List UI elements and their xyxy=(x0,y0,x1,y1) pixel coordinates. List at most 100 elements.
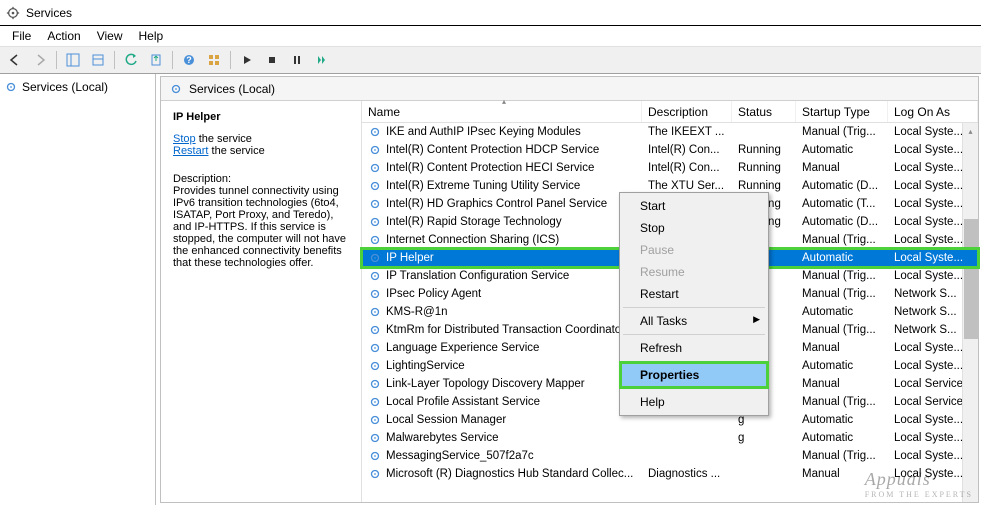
start-service-button[interactable] xyxy=(236,49,258,71)
grid-button[interactable] xyxy=(203,49,225,71)
cell-name: Internet Connection Sharing (ICS) xyxy=(362,233,642,247)
properties-toolbar-button[interactable] xyxy=(87,49,109,71)
submenu-arrow-icon: ▶ xyxy=(753,314,760,325)
menu-file[interactable]: File xyxy=(4,27,39,45)
cell-description: Intel(R) Con... xyxy=(642,162,732,174)
stop-service-button[interactable] xyxy=(261,49,283,71)
column-headers: ▴ Name Description Status Startup Type L… xyxy=(362,101,978,123)
col-startup[interactable]: Startup Type xyxy=(796,101,888,122)
ctx-start[interactable]: Start xyxy=(622,195,766,217)
menu-action[interactable]: Action xyxy=(39,27,88,45)
cell-logon: Local Syste... xyxy=(888,252,978,264)
cell-description: Diagnostics ... xyxy=(642,468,732,480)
sort-indicator-icon: ▴ xyxy=(502,97,506,106)
menubar: File Action View Help xyxy=(0,26,981,46)
ctx-separator xyxy=(623,361,765,362)
cell-name: MessagingService_507f2a7c xyxy=(362,449,642,463)
cell-status: Running xyxy=(732,162,796,174)
cell-name: IPsec Policy Agent xyxy=(362,287,642,301)
menu-view[interactable]: View xyxy=(89,27,131,45)
vertical-scrollbar[interactable]: ▴ xyxy=(962,123,978,502)
stop-link[interactable]: Stop xyxy=(173,133,196,145)
cell-name: Local Session Manager xyxy=(362,413,642,427)
cell-startup: Automatic xyxy=(796,306,888,318)
cell-startup: Manual xyxy=(796,162,888,174)
description-label: Description: xyxy=(173,173,349,185)
cell-description: The XTU Ser... xyxy=(642,180,732,192)
cell-name: Malwarebytes Service xyxy=(362,431,642,445)
detail-action-restart-line: Restart the service xyxy=(173,145,349,157)
gear-icon xyxy=(169,82,183,96)
service-row[interactable]: Intel(R) Content Protection HDCP Service… xyxy=(362,141,978,159)
ctx-stop[interactable]: Stop xyxy=(622,217,766,239)
cell-status: Running xyxy=(732,180,796,192)
cell-name: IP Helper xyxy=(362,251,642,265)
cell-name: KtmRm for Distributed Transaction Coordi… xyxy=(362,323,642,337)
cell-startup: Automatic (D... xyxy=(796,180,888,192)
pane-header-label: Services (Local) xyxy=(189,82,275,96)
service-row[interactable]: Intel(R) Content Protection HECI Service… xyxy=(362,159,978,177)
cell-startup: Manual (Trig... xyxy=(796,450,888,462)
ctx-resume: Resume xyxy=(622,261,766,283)
tree-item-services-local[interactable]: Services (Local) xyxy=(0,78,155,96)
scroll-up-icon[interactable]: ▴ xyxy=(963,123,978,139)
service-row[interactable]: IKE and AuthIP IPsec Keying ModulesThe I… xyxy=(362,123,978,141)
cell-startup: Manual (Trig... xyxy=(796,288,888,300)
toolbar-separator xyxy=(114,51,115,69)
ctx-separator xyxy=(623,307,765,308)
pane-content: IP Helper Stop the service Restart the s… xyxy=(161,101,978,502)
cell-startup: Manual (Trig... xyxy=(796,396,888,408)
cell-name: Intel(R) Content Protection HECI Service xyxy=(362,161,642,175)
cell-name: Link-Layer Topology Discovery Mapper xyxy=(362,377,642,391)
restart-link[interactable]: Restart xyxy=(173,145,208,157)
export-list-button[interactable] xyxy=(145,49,167,71)
ctx-refresh[interactable]: Refresh xyxy=(622,337,766,359)
selected-service-name: IP Helper xyxy=(173,111,349,123)
refresh-toolbar-button[interactable] xyxy=(120,49,142,71)
ctx-restart[interactable]: Restart xyxy=(622,283,766,305)
restart-service-button[interactable] xyxy=(311,49,333,71)
gear-icon xyxy=(4,80,18,94)
cell-name: KMS-R@1n xyxy=(362,305,642,319)
col-description[interactable]: Description xyxy=(642,101,732,122)
ctx-properties[interactable]: Properties xyxy=(622,364,766,386)
cell-description: Intel(R) Con... xyxy=(642,144,732,156)
ctx-pause: Pause xyxy=(622,239,766,261)
menu-help[interactable]: Help xyxy=(131,27,172,45)
window-title: Services xyxy=(26,6,72,20)
cell-name: IP Translation Configuration Service xyxy=(362,269,642,283)
cell-name: Microsoft (R) Diagnostics Hub Standard C… xyxy=(362,467,642,481)
cell-name: Intel(R) HD Graphics Control Panel Servi… xyxy=(362,197,642,211)
watermark: Appuals FROM THE EXPERTS xyxy=(865,469,973,499)
col-logon[interactable]: Log On As xyxy=(888,101,978,122)
cell-description: The IKEEXT ... xyxy=(642,126,732,138)
cell-startup: Manual (Trig... xyxy=(796,324,888,336)
show-hide-tree-button[interactable] xyxy=(62,49,84,71)
scroll-thumb[interactable] xyxy=(964,219,978,339)
cell-startup: Manual xyxy=(796,342,888,354)
back-button[interactable] xyxy=(4,49,26,71)
toolbar: ? xyxy=(0,46,981,74)
cell-name: Local Profile Assistant Service xyxy=(362,395,642,409)
description-text: Provides tunnel connectivity using IPv6 … xyxy=(173,185,349,269)
service-row[interactable]: MessagingService_507f2a7c Manual (Trig...… xyxy=(362,447,978,465)
col-status[interactable]: Status xyxy=(732,101,796,122)
main-area: Services (Local) Services (Local) IP Hel… xyxy=(0,74,981,505)
cell-name: LightingService xyxy=(362,359,642,373)
forward-button[interactable] xyxy=(29,49,51,71)
cell-status: Running xyxy=(732,144,796,156)
cell-name: Intel(R) Extreme Tuning Utility Service xyxy=(362,179,642,193)
cell-name: IKE and AuthIP IPsec Keying Modules xyxy=(362,125,642,139)
pane-header: Services (Local) xyxy=(161,77,978,101)
cell-startup: Automatic xyxy=(796,414,888,426)
cell-startup: Automatic (D... xyxy=(796,216,888,228)
cell-startup: Manual (Trig... xyxy=(796,126,888,138)
service-row[interactable]: Malwarebytes ServicegAutomaticLocal Syst… xyxy=(362,429,978,447)
ctx-help[interactable]: Help xyxy=(622,391,766,413)
help-toolbar-button[interactable]: ? xyxy=(178,49,200,71)
pause-service-button[interactable] xyxy=(286,49,308,71)
left-tree-pane: Services (Local) xyxy=(0,74,156,505)
toolbar-separator xyxy=(172,51,173,69)
ctx-separator xyxy=(623,388,765,389)
ctx-alltasks[interactable]: All Tasks▶ xyxy=(622,310,766,332)
